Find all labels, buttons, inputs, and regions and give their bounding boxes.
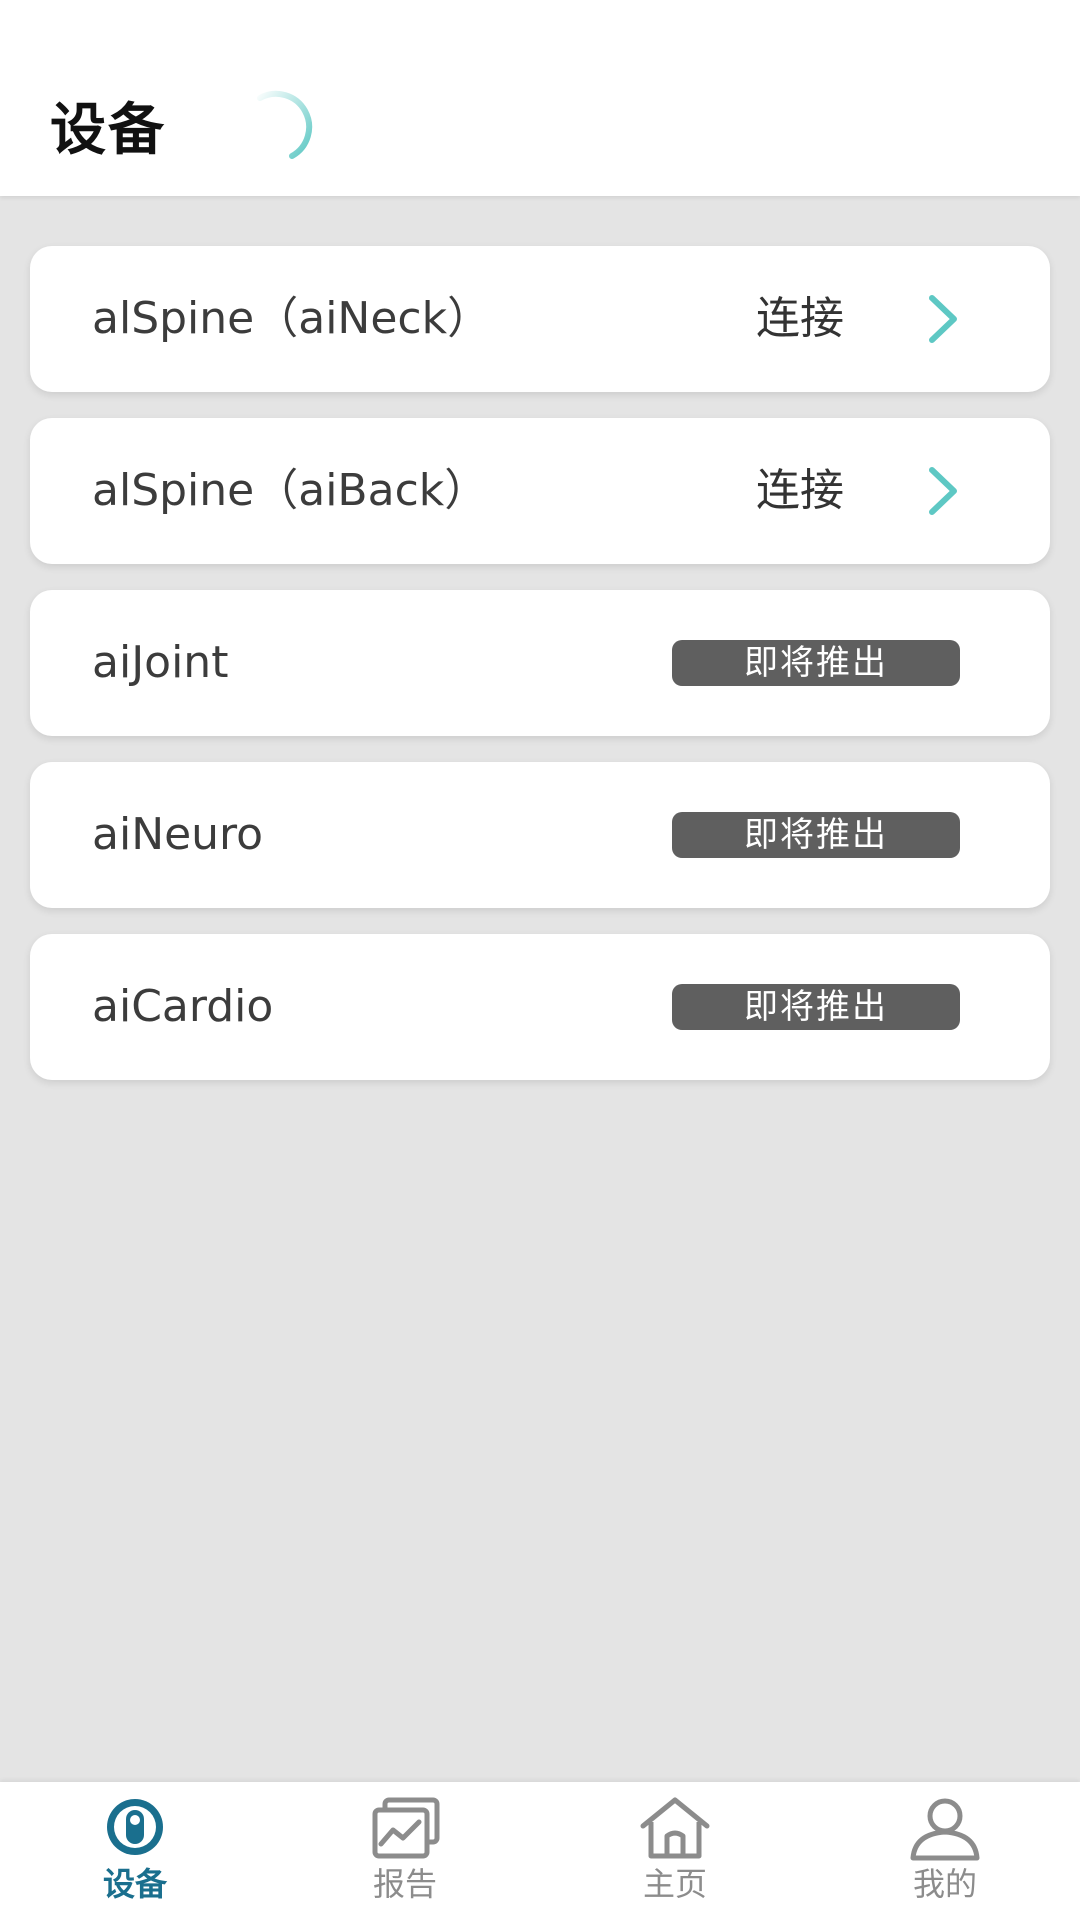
profile-icon (910, 1798, 980, 1861)
loading-spinner-icon (257, 90, 313, 159)
connect-button[interactable]: 连接 (756, 246, 844, 392)
nav-label: 我的 (912, 1865, 977, 1903)
device-list: alSpine（aiNeck） 连接 alSpine（aiBack） 连接 ai… (30, 246, 1050, 1106)
device-card-aijoint: aiJoint 即将推出 (30, 590, 1050, 736)
device-name: aiNeuro (92, 809, 264, 860)
device-card-aicardio: aiCardio 即将推出 (30, 934, 1050, 1080)
device-name: alSpine（aiNeck） (92, 293, 492, 344)
page-title: 设备 (50, 98, 166, 163)
nav-item-home[interactable]: 主页 (540, 1782, 810, 1920)
device-icon (107, 1799, 163, 1855)
chevron-right-icon[interactable] (916, 464, 970, 518)
device-name: alSpine（aiBack） (92, 465, 489, 516)
nav-label: 报告 (372, 1865, 437, 1903)
nav-item-device[interactable]: 设备 (0, 1782, 270, 1920)
coming-soon-badge: 即将推出 (672, 812, 960, 858)
coming-soon-badge: 即将推出 (672, 640, 960, 686)
nav-item-report[interactable]: 报告 (270, 1782, 540, 1920)
device-card-aineck[interactable]: alSpine（aiNeck） 连接 (30, 246, 1050, 392)
nav-label: 主页 (642, 1865, 707, 1903)
device-name: aiJoint (92, 637, 229, 688)
nav-item-profile[interactable]: 我的 (810, 1782, 1080, 1920)
device-card-aineuro: aiNeuro 即将推出 (30, 762, 1050, 908)
home-icon (640, 1797, 710, 1859)
chevron-right-icon[interactable] (916, 292, 970, 346)
report-icon (372, 1797, 440, 1859)
device-card-aiback[interactable]: alSpine（aiBack） 连接 (30, 418, 1050, 564)
bottom-navigation: 设备 报告 主页 我的 (0, 1782, 1080, 1920)
connect-button[interactable]: 连接 (756, 418, 844, 564)
device-name: aiCardio (92, 981, 274, 1032)
top-app-bar: 设备 (0, 0, 1080, 196)
nav-label: 设备 (102, 1865, 167, 1903)
coming-soon-badge: 即将推出 (672, 984, 960, 1030)
